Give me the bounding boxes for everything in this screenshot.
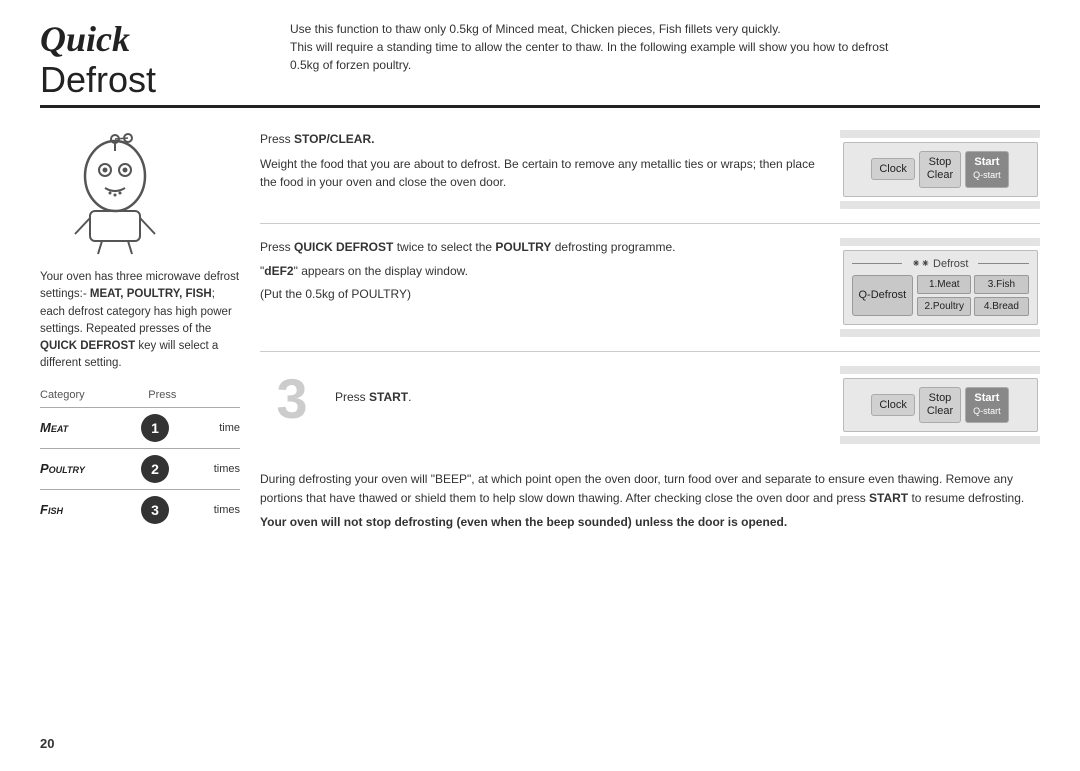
step-1-panel: Clock StopClear StartQ-start [840, 130, 1040, 208]
cat-times-fish: times [200, 504, 240, 516]
bottom-para2: Your oven will not stop defrosting (even… [260, 513, 1040, 532]
defrost-panel-title: ⁕⁕ Defrost [852, 257, 1029, 270]
title-defrost: Defrost [40, 60, 260, 100]
step-3-row: 3 Press START. Clock [260, 352, 1040, 458]
cat-times-poultry: times [200, 463, 240, 475]
svg-text:3: 3 [276, 367, 307, 426]
header-line1: Use this function to thaw only 0.5kg of … [290, 20, 1040, 38]
step-3-circle-icon: 3 [260, 366, 325, 426]
mascot-icon [50, 126, 180, 256]
clock-btn-wrap-3: Clock [871, 394, 915, 416]
stop-clear-button-3[interactable]: StopClear [919, 387, 961, 423]
category-col-header: Category [40, 389, 85, 401]
button-panel-3: Clock StopClear StartQ-start [843, 378, 1038, 432]
step-1-text: Press STOP/CLEAR. Weight the food that y… [260, 130, 840, 192]
category-header: Category Press [40, 389, 240, 403]
step-2-panel: ⁕⁕ Defrost Q-Defrost 1.Meat 3.Fish 2.Pou… [840, 238, 1040, 337]
clock-button-3[interactable]: Clock [871, 394, 915, 416]
start-btn-wrap-1: StartQ-start [965, 151, 1009, 187]
left-column: Your oven has three microwave defrost se… [40, 116, 260, 532]
category-table: Category Press Meat 1 time Poultry 2 tim… [40, 389, 240, 530]
stop-clear-button-1[interactable]: StopClear [919, 151, 961, 187]
q-defrost-button[interactable]: Q-Defrost [852, 275, 914, 316]
bottom-para1: During defrosting your oven will "BEEP",… [260, 470, 1040, 507]
cat-name-fish: Fish [40, 502, 110, 517]
category-row-meat: Meat 1 time [40, 407, 240, 448]
stop-clear-btn-wrap-1: StopClear [919, 151, 961, 187]
right-column: Press STOP/CLEAR. Weight the food that y… [260, 116, 1040, 532]
title-quick: Quick [40, 20, 260, 60]
defrost-meat-btn[interactable]: 1.Meat [917, 275, 971, 294]
step-3-panel: Clock StopClear StartQ-start [840, 366, 1040, 444]
step-2-text: Press QUICK DEFROST twice to select the … [260, 238, 840, 304]
category-row-poultry: Poultry 2 times [40, 448, 240, 489]
page: Quick Defrost Use this function to thaw … [0, 0, 1080, 771]
cat-circle-fish: 3 [141, 496, 169, 524]
main-content: Your oven has three microwave defrost se… [40, 116, 1040, 532]
button-panel-1: Clock StopClear StartQ-start [843, 142, 1038, 196]
start-btn-wrap-3: StartQ-start [965, 387, 1009, 423]
title-block: Quick Defrost [40, 20, 260, 99]
bottom-section: During defrosting your oven will "BEEP",… [260, 458, 1040, 532]
start-button-3[interactable]: StartQ-start [965, 387, 1009, 423]
defrost-row: Q-Defrost 1.Meat 3.Fish 2.Poultry 4.Brea… [852, 275, 1029, 316]
header-line2: This will require a standing time to all… [290, 38, 1040, 56]
defrost-fish-btn[interactable]: 3.Fish [974, 275, 1028, 294]
press-col-header: Press [148, 389, 176, 401]
cat-times-meat: time [200, 422, 240, 434]
step-1-row: Press STOP/CLEAR. Weight the food that y… [260, 116, 1040, 223]
cat-name-meat: Meat [40, 420, 110, 435]
cat-circle-poultry: 2 [141, 455, 169, 483]
cat-name-poultry: Poultry [40, 461, 110, 476]
header-text: Use this function to thaw only 0.5kg of … [260, 20, 1040, 74]
start-button-1[interactable]: StartQ-start [965, 151, 1009, 187]
defrost-grid: 1.Meat 3.Fish 2.Poultry 4.Bread [917, 275, 1028, 316]
clock-btn-wrap-1: Clock [871, 158, 915, 180]
left-description: Your oven has three microwave defrost se… [40, 269, 240, 373]
defrost-bread-btn[interactable]: 4.Bread [974, 297, 1028, 316]
header-line3: 0.5kg of forzen poultry. [290, 56, 1040, 74]
header: Quick Defrost Use this function to thaw … [40, 20, 1040, 108]
cat-circle-meat: 1 [141, 414, 169, 442]
step-3-text: Press START. [335, 388, 820, 407]
defrost-poultry-btn[interactable]: 2.Poultry [917, 297, 971, 316]
page-number: 20 [40, 736, 54, 751]
category-row-fish: Fish 3 times [40, 489, 240, 530]
clock-button-1[interactable]: Clock [871, 158, 915, 180]
defrost-panel: ⁕⁕ Defrost Q-Defrost 1.Meat 3.Fish 2.Pou… [843, 250, 1038, 325]
stop-clear-btn-wrap-3: StopClear [919, 387, 961, 423]
step-2-row: Press QUICK DEFROST twice to select the … [260, 224, 1040, 352]
